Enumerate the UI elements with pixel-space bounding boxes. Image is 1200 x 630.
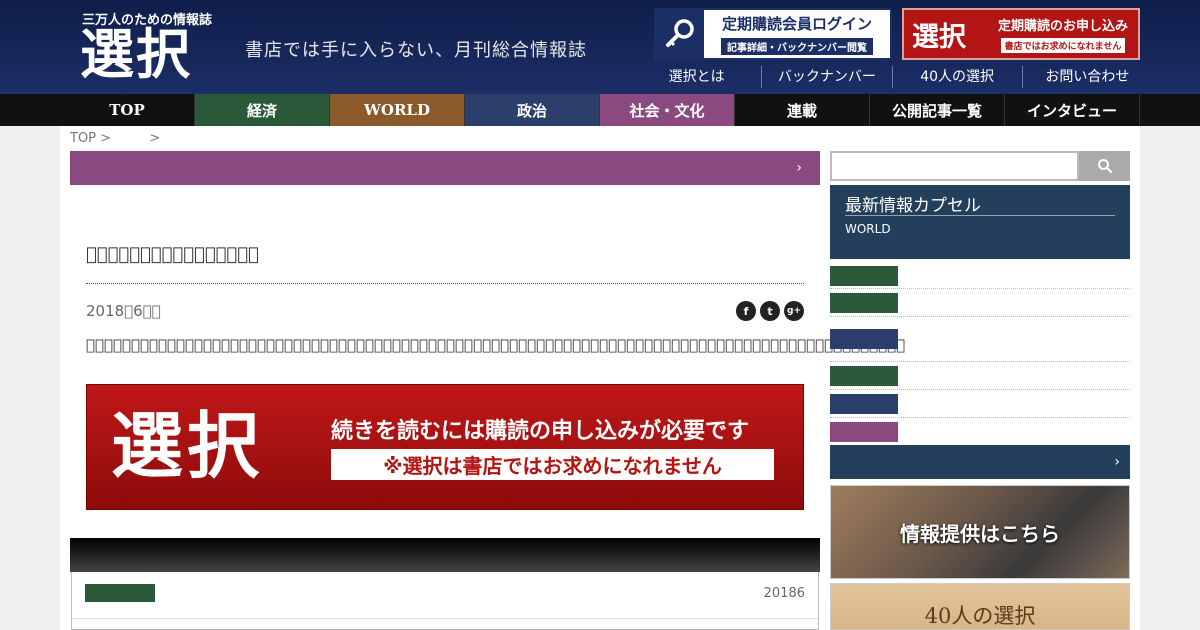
breadcrumb-separator: >	[100, 131, 112, 146]
capsule-list-item[interactable]	[830, 362, 1130, 390]
subscribe-logo: 選択	[912, 21, 966, 53]
capsule-list-item[interactable]	[830, 259, 1130, 289]
search-icon	[1097, 159, 1112, 174]
login-title: 定期購読会員ログイン	[721, 15, 872, 33]
category-tag	[830, 422, 898, 442]
capsule-title: 最新情報カプセル	[845, 196, 981, 216]
related-article-date: 20186	[763, 586, 805, 601]
capsule-list-item[interactable]	[830, 289, 1130, 317]
nav-politics[interactable]: 政治	[465, 94, 600, 126]
subscribe-promo-banner[interactable]: 選択 続きを読むには購読の申し込みが必要です ※選択は書店ではお求めになれません	[86, 384, 804, 510]
title-divider	[86, 283, 804, 284]
info-banner-text: 情報提供はこちら	[900, 522, 1060, 546]
google-plus-icon[interactable]: g+	[784, 301, 804, 321]
nav-top[interactable]: TOP	[60, 94, 195, 126]
search-button[interactable]	[1079, 151, 1130, 181]
category-tag	[830, 394, 898, 414]
facebook-icon[interactable]: f	[736, 301, 756, 321]
search-input[interactable]	[830, 151, 1079, 181]
article-body: ￿￿￿￿￿￿￿￿￿￿￿￿￿￿￿￿￿￿￿￿￿￿￿￿￿￿￿￿￿￿￿￿￿￿￿￿￿￿￿￿…	[86, 336, 906, 354]
article-date: 2018￿6￿￿	[86, 302, 161, 320]
nav-public-articles[interactable]: 公開記事一覧	[870, 94, 1005, 126]
social-share: f t g+	[736, 301, 804, 321]
member-login-button[interactable]: 定期購読会員ログイン 記事詳細・バックナンバー閲覧	[654, 8, 892, 60]
capsule-more-bar[interactable]: ›	[830, 445, 1130, 479]
promo-line1: 続きを読むには購読の申し込みが必要です	[331, 419, 750, 444]
breadcrumb: TOP > >	[70, 131, 160, 146]
40-choices-text: 40人の選択	[924, 604, 1036, 628]
capsule-category: WORLD	[845, 222, 891, 236]
capsule-list-item[interactable]	[830, 390, 1130, 418]
header-links: 選択とは バックナンバー 40人の選択 お問い合わせ	[632, 66, 1152, 88]
info-submission-banner[interactable]: 情報提供はこちら	[830, 485, 1130, 579]
capsule-divider	[845, 215, 1115, 216]
divider	[72, 618, 818, 619]
category-bar[interactable]: ›	[70, 151, 820, 185]
capsule-list-item[interactable]	[830, 418, 1130, 445]
chevron-right-icon: ›	[796, 160, 802, 176]
main-nav: TOP 経済 WORLD 政治 社会・文化 連載 公開記事一覧 インタビュー	[0, 94, 1200, 126]
category-tag	[830, 266, 898, 286]
site-logo[interactable]: 選択	[80, 24, 192, 84]
breadcrumb-top[interactable]: TOP	[70, 131, 96, 146]
related-articles-header	[70, 538, 820, 572]
category-tag	[830, 366, 898, 386]
category-tag	[85, 584, 155, 602]
nav-interview[interactable]: インタビュー	[1005, 94, 1140, 126]
subscribe-title: 定期購読のお申し込み	[997, 19, 1128, 34]
link-contact[interactable]: お問い合わせ	[1021, 66, 1152, 88]
latest-capsule-panel: 最新情報カプセル WORLD	[830, 185, 1130, 259]
breadcrumb-separator: >	[149, 131, 161, 146]
promo-line2: ※選択は書店ではお求めになれません	[331, 449, 774, 480]
link-backnumber[interactable]: バックナンバー	[761, 66, 891, 88]
login-subtitle: 記事詳細・バックナンバー閲覧	[721, 38, 873, 55]
related-article-item[interactable]: 20186	[71, 572, 819, 630]
nav-economy[interactable]: 経済	[195, 94, 330, 126]
twitter-icon[interactable]: t	[760, 301, 780, 321]
category-tag	[830, 329, 898, 349]
site-header: 三万人のための情報誌 選択 書店では手に入らない、月刊総合情報誌 定期購読会員ロ…	[0, 0, 1200, 94]
article-title: ￿￿￿￿￿￿￿￿￿￿￿￿￿￿￿￿	[86, 244, 259, 265]
subscribe-subtitle: 書店ではお求めになれません	[1000, 38, 1126, 53]
site-subtitle: 書店では手に入らない、月刊総合情報誌	[245, 40, 587, 61]
nav-series[interactable]: 連載	[735, 94, 870, 126]
link-40-choices[interactable]: 40人の選択	[891, 66, 1022, 88]
link-about[interactable]: 選択とは	[632, 66, 761, 88]
nav-world[interactable]: WORLD	[330, 94, 465, 126]
40-choices-banner[interactable]: 40人の選択	[830, 583, 1130, 630]
category-tag	[830, 293, 898, 313]
capsule-list-item[interactable]	[830, 317, 1130, 362]
key-icon	[656, 10, 704, 58]
promo-logo: 選択	[111, 403, 264, 488]
nav-society-culture[interactable]: 社会・文化	[600, 94, 735, 126]
subscribe-button[interactable]: 選択 定期購読のお申し込み 書店ではお求めになれません	[902, 8, 1140, 60]
chevron-right-icon: ›	[1114, 454, 1120, 470]
